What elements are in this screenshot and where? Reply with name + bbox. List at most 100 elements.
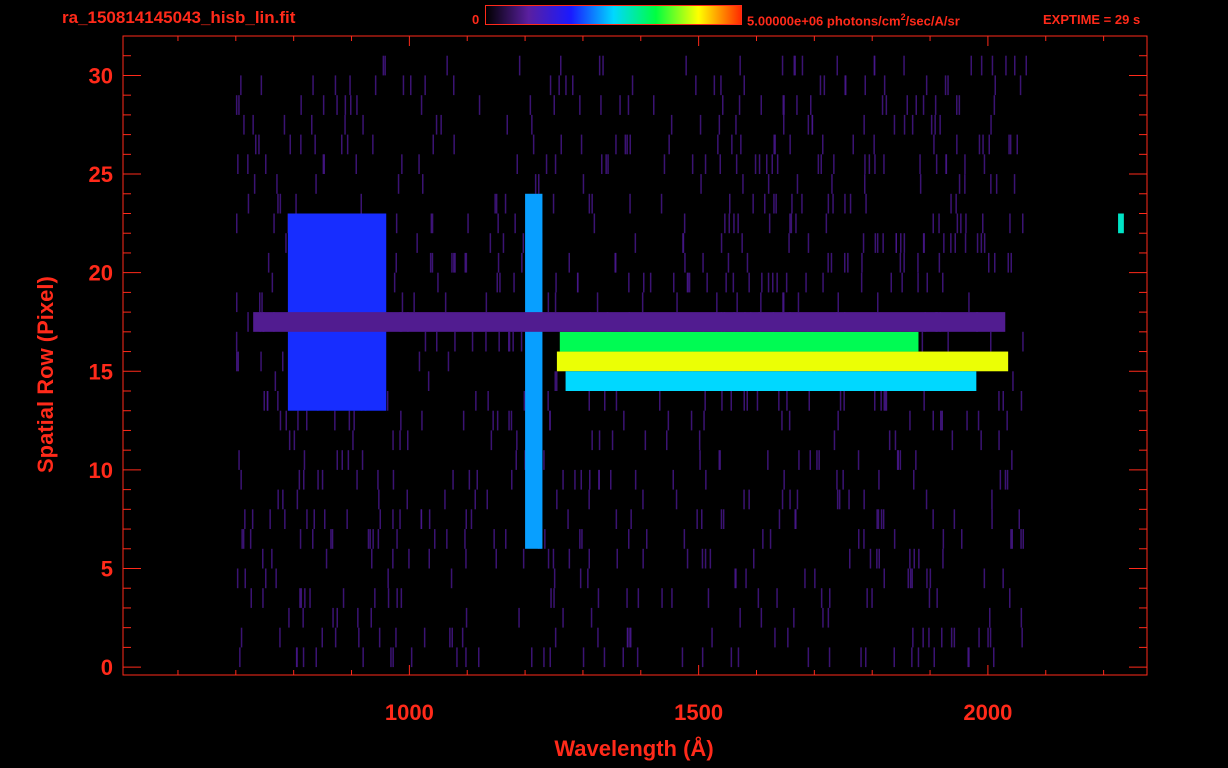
noise-streak [917, 252, 919, 273]
noise-streak [730, 647, 733, 668]
noise-streak [336, 95, 338, 115]
noise-streak [269, 509, 271, 529]
noise-streak [748, 272, 750, 293]
noise-streak [321, 469, 324, 490]
noise-streak [330, 529, 332, 549]
noise-streak [274, 371, 277, 391]
noise-streak [794, 509, 796, 529]
noise-streak [279, 193, 282, 214]
noise-streak [837, 292, 839, 313]
noise-streak [761, 272, 763, 293]
noise-streak [322, 95, 325, 115]
noise-streak [798, 450, 800, 470]
noise-streak [514, 213, 516, 234]
noise-streak [760, 292, 762, 313]
noise-streak [560, 134, 562, 155]
noise-streak [649, 272, 652, 293]
noise-streak [392, 469, 395, 490]
noise-streak [553, 95, 555, 115]
noise-streak [605, 154, 607, 174]
noise-streak [1011, 529, 1013, 549]
noise-streak [785, 272, 788, 293]
noise-streak [994, 75, 996, 96]
noise-streak [942, 529, 945, 549]
noise-streak [588, 391, 590, 411]
noise-streak [982, 213, 984, 234]
noise-streak [392, 548, 394, 569]
noise-streak [628, 529, 630, 549]
noise-streak [863, 114, 865, 135]
noise-streak [597, 627, 599, 648]
noise-streak [504, 193, 507, 214]
noise-streak [681, 647, 684, 668]
noise-streak [907, 568, 909, 589]
noise-streak [955, 193, 957, 214]
noise-streak [250, 588, 252, 608]
noise-streak [422, 174, 424, 194]
noise-streak [786, 391, 788, 411]
noise-streak [440, 114, 442, 135]
noise-streak [1004, 469, 1007, 490]
noise-streak [827, 193, 830, 214]
noise-streak [703, 410, 705, 431]
noise-streak [236, 292, 238, 313]
noise-streak [598, 469, 600, 490]
noise-streak [550, 588, 552, 608]
noise-streak [964, 233, 967, 253]
noise-streak [497, 213, 499, 234]
noise-streak [686, 548, 689, 569]
noise-streak [556, 371, 558, 391]
noise-streak [502, 233, 505, 253]
noise-streak [842, 469, 844, 490]
noise-streak [580, 469, 582, 490]
noise-streak [610, 469, 612, 490]
noise-streak [416, 233, 418, 253]
noise-streak [1013, 174, 1016, 194]
noise-streak [705, 469, 707, 490]
noise-streak [581, 529, 583, 549]
noise-streak [549, 75, 552, 96]
noise-streak [597, 588, 600, 608]
noise-streak [591, 193, 593, 214]
noise-streak [1011, 450, 1013, 470]
noise-streak [553, 568, 556, 589]
noise-streak [371, 548, 373, 569]
noise-streak [401, 292, 404, 313]
noise-streak [753, 548, 755, 569]
noise-streak [549, 647, 551, 668]
noise-streak [837, 410, 839, 431]
noise-streak [998, 391, 1000, 411]
noise-streak [236, 351, 238, 372]
noise-streak [271, 272, 274, 293]
noise-streak [293, 430, 296, 451]
noise-streak [893, 647, 895, 668]
noise-streak [303, 469, 305, 490]
noise-streak [976, 233, 979, 253]
noise-streak [746, 252, 749, 273]
noise-streak [582, 174, 585, 194]
noise-streak [864, 75, 866, 96]
noise-streak [400, 410, 402, 431]
x-tick-label: 1500 [674, 700, 723, 725]
noise-streak [672, 469, 674, 490]
noise-streak [572, 75, 574, 96]
noise-streak [869, 548, 872, 569]
y-tick-label: 15 [89, 359, 113, 384]
noise-streak [1009, 134, 1012, 155]
x-tick-label: 2000 [963, 700, 1012, 725]
noise-streak [704, 391, 706, 411]
noise-streak [568, 252, 570, 273]
noise-streak [685, 55, 687, 76]
noise-streak [671, 588, 673, 608]
noise-streak [776, 154, 779, 174]
noise-streak [579, 529, 581, 549]
noise-streak [844, 193, 846, 214]
noise-streak [449, 627, 451, 648]
noise-streak [767, 272, 770, 293]
noise-streak [297, 410, 299, 431]
noise-streak [334, 410, 336, 431]
noise-streak [587, 568, 589, 589]
noise-streak [392, 430, 394, 451]
noise-streak [998, 430, 1000, 451]
noise-streak [627, 627, 629, 648]
